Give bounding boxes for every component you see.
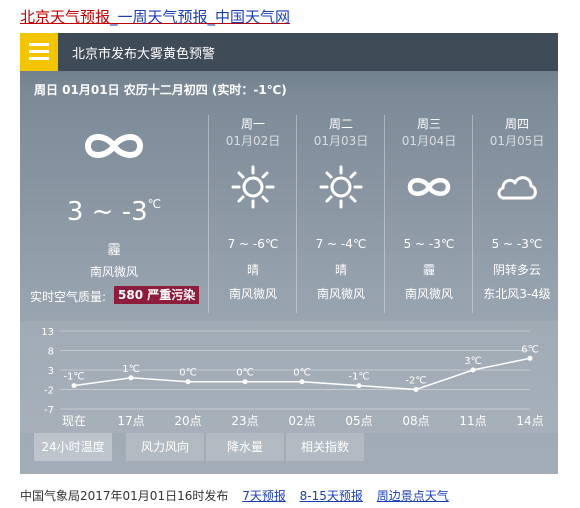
forecast-day-wind: 南风微风 (228, 287, 277, 301)
x-tick-label: 05点 (345, 414, 372, 428)
publish-info: 中国气象局2017年01月01日16时发布 (20, 489, 229, 503)
forecast-day-weather: 晴 (334, 263, 347, 277)
today-date-line: 周日 01月01日 农历十二月初四 (实时：-1℃) (34, 83, 287, 97)
temperature-point (413, 387, 419, 392)
x-tick-label: 14点 (516, 414, 543, 428)
forecast-day-weather: 霾 (422, 263, 435, 277)
temperature-label: 3℃ (464, 356, 482, 367)
forecast-day[interactable]: 周四 01月05日 5 ~ -3℃ 阴转多云 东北风3-4级 (472, 115, 561, 313)
title-part-site[interactable]: _中国天气网 (208, 8, 291, 26)
temperature-point (242, 379, 248, 385)
x-tick-label: 现在 (62, 414, 86, 428)
y-tick-label: 3 (48, 366, 54, 377)
forecast-day-wind: 南风微风 (316, 287, 365, 301)
temperature-point (128, 375, 134, 381)
temperature-point (185, 379, 191, 385)
temperature-label: 0℃ (179, 368, 197, 379)
temperature-point (527, 355, 533, 361)
temperature-label: -1℃ (348, 372, 369, 383)
temp-unit: ℃ (147, 197, 162, 211)
forecast-day-name: 周三 (416, 117, 441, 131)
forecast-day-name: 周一 (240, 117, 265, 131)
forecast-day-temp: 5 ~ -3℃ (403, 237, 455, 251)
forecast-day-temp: 5 ~ -3℃ (491, 237, 543, 251)
tab-24h-temperature[interactable]: 24小时温度 (34, 433, 112, 461)
x-tick-label: 17点 (117, 414, 144, 428)
link-8-15day[interactable]: 8-15天预报 (300, 489, 363, 503)
x-tick-label: 20点 (174, 414, 201, 428)
forecast-day-date: 01月02日 (225, 134, 281, 148)
today-weather: 霾 (107, 243, 121, 258)
weather-panel: 北京市发布大雾黄色预警 周日 01月01日 农历十二月初四 (实时：-1℃) 3… (20, 33, 558, 474)
temperature-point (356, 383, 362, 389)
y-tick-label: -2 (44, 386, 54, 397)
forecast-day[interactable]: 周二 01月03日 7 ~ -4℃ 晴 南风微风 (296, 115, 385, 313)
tab-indices[interactable]: 相关指数 (286, 433, 364, 461)
footer: 中国气象局2017年01月01日16时发布 7天预报 8-15天预报 周边景点天… (20, 487, 449, 504)
forecast-day[interactable]: 周一 01月02日 7 ~ -6℃ 晴 南风微风 (208, 115, 297, 313)
page-title[interactable]: 北京天气预报_一周天气预报_中国天气网 (20, 6, 290, 27)
forecast-day-temp: 7 ~ -4℃ (315, 237, 367, 251)
forecast-day-weather: 晴 (246, 263, 259, 277)
x-tick-label: 08点 (402, 414, 429, 428)
temperature-label: -2℃ (405, 376, 426, 387)
weather-header: 北京市发布大雾黄色预警 (20, 33, 558, 71)
forecast-day-weather: 阴转多云 (492, 263, 541, 277)
title-part-week[interactable]: _一周天气预报 (110, 8, 208, 26)
link-nearby[interactable]: 周边景点天气 (377, 489, 449, 503)
tab-precipitation[interactable]: 降水量 (206, 433, 284, 461)
forecast-day-date: 01月03日 (313, 134, 369, 148)
title-part-city[interactable]: 北京天气预报 (20, 8, 110, 26)
tab-wind[interactable]: 风力风向 (126, 433, 204, 461)
y-tick-label: -7 (44, 405, 54, 416)
y-tick-label: 8 (48, 347, 54, 358)
forecast-day-wind: 东北风3-4级 (483, 287, 551, 301)
temperature-chart-area: 13 8 3 -2 -7 -1℃ 现在 1℃ 17点 0℃ 20点 0℃ 23点 0℃ 02点 -1℃ 05点 -… (20, 321, 558, 433)
forecast-day-date: 01月05日 (489, 134, 545, 148)
y-tick-label: 13 (41, 327, 54, 338)
forecast-day-name: 周二 (328, 117, 353, 131)
weather-alert[interactable]: 北京市发布大雾黄色预警 (72, 43, 215, 62)
sun-icon (231, 165, 275, 209)
forecast-day[interactable]: 周三 01月04日 5 ~ -3℃ 霾 南风微风 (384, 115, 473, 313)
temperature-point (470, 367, 476, 373)
temperature-point (71, 383, 77, 389)
sun-icon (319, 165, 363, 209)
aqi-badge[interactable]: 580 严重污染 (114, 286, 200, 304)
forecast-day-name: 周四 (504, 117, 529, 131)
temperature-label: 6℃ (521, 344, 539, 355)
temperature-label: 0℃ (293, 368, 311, 379)
cloud-icon (497, 176, 537, 200)
x-tick-label: 11点 (459, 414, 486, 428)
temperature-label: 1℃ (122, 364, 140, 375)
forecast-day-wind: 南风微风 (404, 287, 453, 301)
x-tick-label: 02点 (288, 414, 315, 428)
today-temperature: 3 ~ -3℃ (66, 197, 162, 227)
haze-icon (84, 134, 144, 158)
temperature-label: -1℃ (63, 372, 84, 383)
menu-icon[interactable] (20, 33, 58, 71)
temperature-point (299, 379, 305, 385)
forecast-day-date: 01月04日 (401, 134, 457, 148)
today-wind: 南风微风 (89, 265, 138, 279)
temperature-chart: 13 8 3 -2 -7 -1℃ 现在 1℃ 17点 0℃ 20点 0℃ 23点 0℃ 02点 -1℃ 05点 -… (41, 327, 543, 428)
haze-icon (407, 178, 451, 196)
x-tick-label: 23点 (231, 414, 258, 428)
forecast-day-temp: 7 ~ -6℃ (227, 237, 279, 251)
aqi-label: 实时空气质量: (30, 290, 107, 304)
temperature-label: 0℃ (236, 368, 254, 379)
chart-tabs: 24小时温度 风力风向 降水量 相关指数 (20, 433, 558, 461)
link-7day[interactable]: 7天预报 (242, 489, 286, 503)
